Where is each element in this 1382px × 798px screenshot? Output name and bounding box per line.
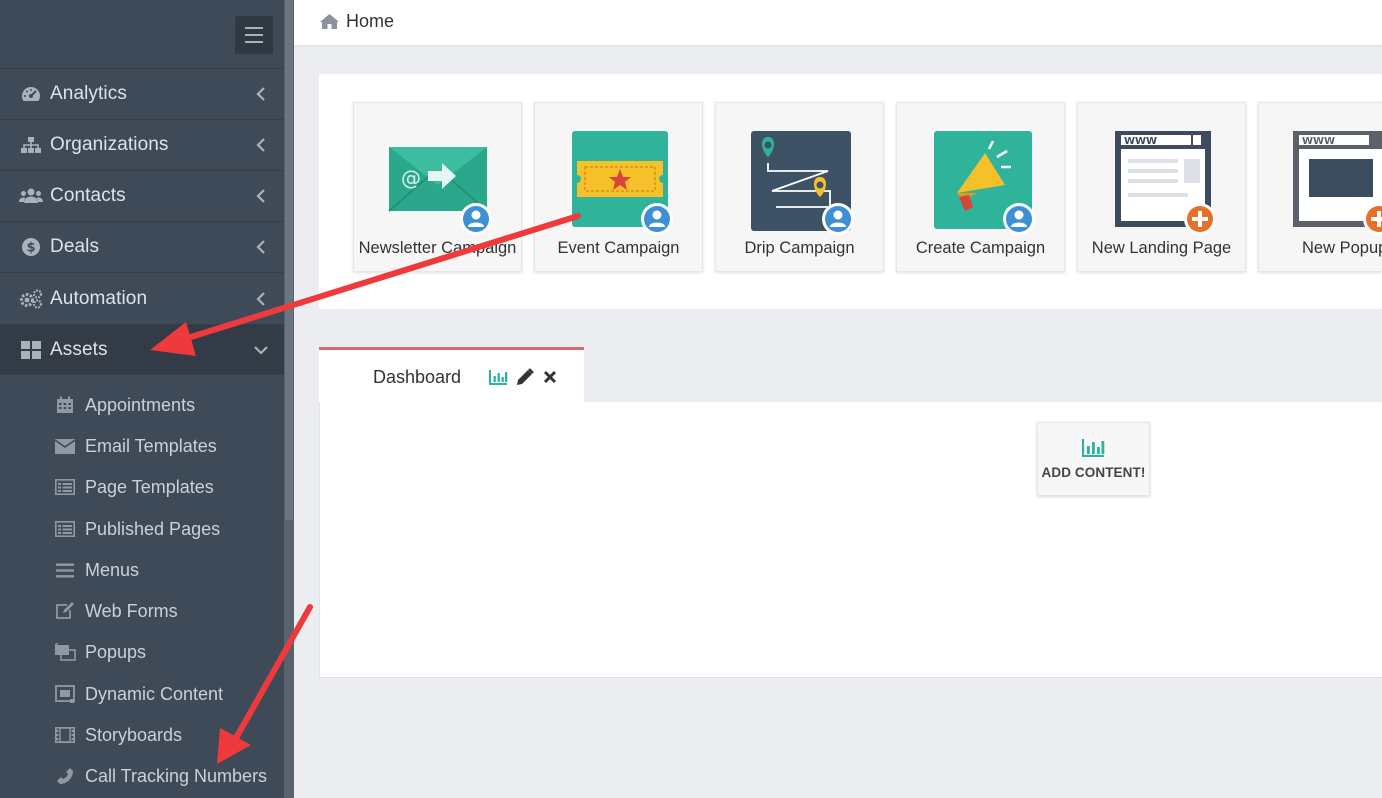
chevron-left-icon [256,189,265,203]
tachometer-icon [19,84,43,104]
sitemap-icon [19,135,43,155]
popup-window-icon: WWW [1293,131,1382,235]
sidebar-subitem-label: Appointments [85,394,196,415]
pencil-icon[interactable] [516,368,534,386]
list-alt-icon [54,520,76,538]
chevron-down-icon [254,345,268,355]
sidebar-item-organizations[interactable]: Organizations [0,120,284,171]
home-icon [320,14,339,29]
svg-text:@: @ [401,166,421,190]
sidebar-subitem-menus[interactable]: Menus [0,551,284,589]
svg-text:$: $ [26,241,35,256]
dynamic-content-icon [54,685,76,703]
tile-label: New Popup [1302,239,1382,257]
dollar-icon: $ [19,237,43,257]
sidebar-subitem-label: Dynamic Content [85,683,224,704]
popup-icon [54,643,76,661]
sidebar-scrollbar[interactable] [284,0,294,798]
new-landing-page-tile[interactable]: WWW New Landing Page [1077,102,1246,272]
shortcut-panel: @ Newsletter Campaign Event Campaign Dri… [319,74,1382,309]
sidebar-subitem-label: Page Templates [85,476,214,497]
chevron-left-icon [256,138,265,152]
sidebar-subitem-label: Storyboards [85,724,183,745]
svg-text:WWW: WWW [1124,136,1157,147]
hamburger-icon[interactable] [235,16,273,54]
edit-icon [54,602,76,620]
list-alt-icon [54,478,76,496]
sidebar-item-label: Deals [50,236,100,257]
sidebar-subitem-email-templates[interactable]: Email Templates [0,427,284,465]
new-popup-tile[interactable]: WWW New Popup [1258,102,1382,272]
event-campaign-tile[interactable]: Event Campaign [534,102,703,272]
tab-dashboard[interactable]: Dashboard [319,347,584,403]
sidebar-subitem-appointments[interactable]: Appointments [0,386,284,424]
bar-chart-icon [1082,439,1105,457]
sidebar-item-contacts[interactable]: Contacts [0,171,284,222]
chevron-left-icon [256,240,265,254]
tab-label: Dashboard [373,367,462,387]
sidebar-item-label: Contacts [50,185,126,206]
sidebar-subitem-call-tracking-numbers[interactable]: Call Tracking Numbers [0,757,284,795]
tile-label: Create Campaign [915,239,1046,257]
add-content-label: ADD CONTENT! [1041,465,1146,480]
bars-icon [54,561,76,579]
cogs-icon [19,288,43,309]
chevron-left-icon [256,291,265,306]
users-icon [19,186,43,206]
sidebar-subitem-page-templates[interactable]: Page Templates [0,468,284,506]
sidebar-item-automation[interactable]: Automation [0,273,284,325]
sidebar-subitem-label: Published Pages [85,518,221,539]
landing-page-icon: WWW [1115,131,1216,235]
scrollbar-thumb[interactable] [285,0,293,520]
tile-label: Drip Campaign [744,239,855,257]
drip-campaign-tile[interactable]: Drip Campaign [715,102,884,272]
newsletter-campaign-tile[interactable]: @ Newsletter Campaign [353,102,522,272]
sidebar-item-deals[interactable]: $ Deals [0,222,284,273]
calendar-icon [54,396,76,414]
sidebar-subitem-label: Web Forms [85,600,178,621]
sidebar: Analytics Organizations Contacts $ Deals… [0,0,294,798]
grid-icon [19,340,43,360]
sidebar-subitem-web-forms[interactable]: Web Forms [0,592,284,630]
sidebar-subitem-published-pages[interactable]: Published Pages [0,510,284,548]
phone-icon [54,767,76,785]
event-ticket-icon [572,131,673,235]
sidebar-subitem-label: Menus [85,559,140,580]
tile-label: Event Campaign [557,239,680,257]
chevron-left-icon [256,87,265,101]
dashboard-area [319,402,1382,678]
tile-label: Newsletter Campaign [358,239,517,257]
svg-text:WWW: WWW [1302,136,1335,147]
top-bar: Home [294,0,1382,46]
breadcrumb-home[interactable]: Home [346,11,394,32]
tile-label: New Landing Page [1091,239,1232,257]
breadcrumb[interactable]: Home [319,11,394,32]
sidebar-subitem-label: Popups [85,641,147,662]
sidebar-item-analytics[interactable]: Analytics [0,69,284,120]
create-campaign-tile[interactable]: Create Campaign [896,102,1065,272]
close-icon[interactable] [542,369,558,385]
sidebar-item-label: Assets [50,338,108,360]
sidebar-item-label: Analytics [50,83,127,104]
envelope-icon [54,437,76,455]
sidebar-item-assets[interactable]: Assets [0,325,284,375]
sidebar-subitem-storyboards[interactable]: Storyboards [0,716,284,754]
sidebar-item-label: Organizations [50,134,169,155]
sidebar-subitem-popups[interactable]: Popups [0,633,284,671]
newsletter-envelope-icon: @ [388,147,492,235]
add-content-button[interactable]: ADD CONTENT! [1037,422,1150,496]
sidebar-item-label: Automation [50,287,148,309]
sidebar-subitem-label: Email Templates [85,435,217,456]
sidebar-subitem-dynamic-content[interactable]: Dynamic Content [0,675,284,713]
film-icon [54,726,76,744]
sidebar-subitem-label: Call Tracking Numbers [85,765,268,786]
drip-route-icon [751,131,854,235]
megaphone-icon [934,131,1035,235]
bar-chart-icon[interactable] [489,369,508,385]
